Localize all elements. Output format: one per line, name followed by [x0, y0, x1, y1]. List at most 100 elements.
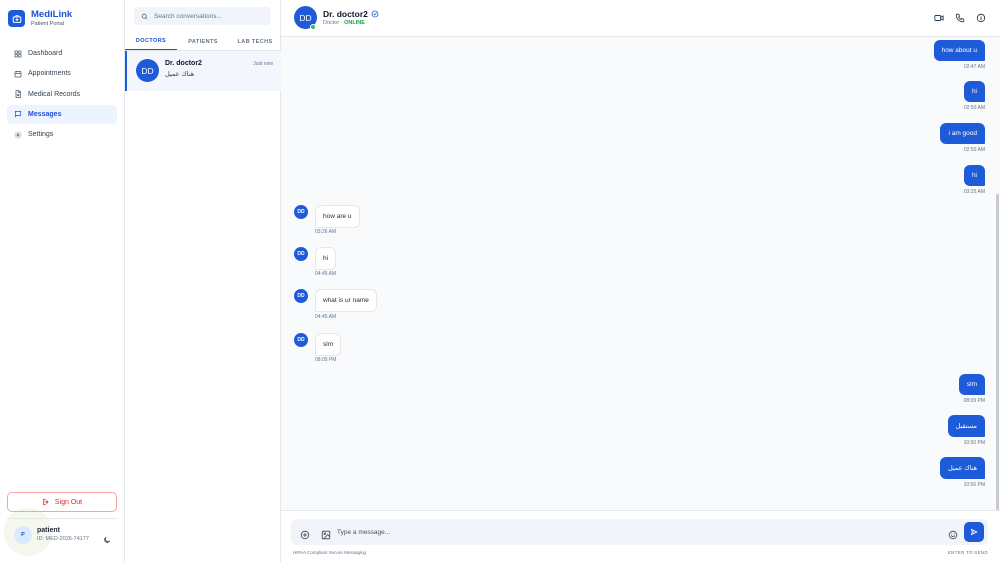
- sidebar: MediLink Patient Portal Dashboard Appoin…: [0, 0, 125, 562]
- message-bubble: i am good: [940, 123, 985, 144]
- scrollbar-thumb[interactable]: [996, 194, 999, 510]
- message-time: 08:05 PM: [315, 357, 337, 363]
- verified-badge-icon: [371, 10, 379, 18]
- status-badge: ONLINE: [344, 20, 365, 26]
- avatar: DD: [294, 205, 308, 219]
- medical-bag-icon: [8, 10, 25, 27]
- message-time: 03:26 AM: [315, 229, 337, 235]
- chat-contact-meta: Doctor · ONLINE: [323, 20, 365, 26]
- gear-icon: [14, 131, 22, 139]
- app-subtitle: Patient Portal: [31, 20, 65, 27]
- chat-contact-name: Dr. doctor2: [323, 9, 379, 19]
- nav-item-settings[interactable]: Settings: [7, 125, 117, 144]
- message-time: 08:09 PM: [963, 398, 985, 404]
- conversation-preview: هناك عميل: [165, 71, 195, 78]
- nav-item-dashboard[interactable]: Dashboard: [7, 44, 117, 63]
- message-time: 04:45 AM: [315, 271, 337, 277]
- message-outgoing: hi 02:50 AM: [964, 80, 985, 111]
- message-bubble: hi: [963, 81, 985, 102]
- send-button[interactable]: [964, 522, 984, 542]
- tab-patients[interactable]: PATIENTS: [177, 33, 229, 50]
- search-input[interactable]: [154, 12, 264, 20]
- phone-icon[interactable]: [955, 13, 965, 23]
- message-time: 10:50 PM: [963, 440, 985, 446]
- conversations-panel: DOCTORS PATIENTS LAB TECHS DD Dr. doctor…: [125, 0, 281, 562]
- search-box[interactable]: [134, 7, 271, 25]
- user-profile[interactable]: P patient ID: MED-2026-74177: [14, 526, 89, 544]
- message-icon: [14, 111, 22, 118]
- avatar: DD: [294, 247, 308, 261]
- contact-name-text: Dr. doctor2: [323, 9, 368, 19]
- message-outgoing: i am good 02:50 AM: [940, 122, 985, 153]
- conversation-time: Just now: [253, 61, 273, 67]
- sign-out-button[interactable]: Sign Out: [7, 492, 117, 512]
- sign-out-label: Sign Out: [54, 498, 83, 506]
- image-icon[interactable]: [321, 527, 331, 540]
- nav-item-messages[interactable]: Messages: [7, 104, 117, 124]
- role-tabs: DOCTORS PATIENTS LAB TECHS: [125, 33, 281, 51]
- avatar: DD: [294, 289, 308, 303]
- security-note: HIPAA Compliant Secure Messaging: [293, 550, 366, 555]
- message-composer: [291, 519, 988, 545]
- nav-item-label: Appointments: [28, 70, 71, 78]
- user-name: patient: [37, 527, 60, 535]
- message-time: 10:56 PM: [963, 482, 985, 488]
- composer-area: HIPAA Compliant Secure Messaging ENTER T…: [281, 510, 1000, 562]
- message-bubble: hi: [963, 165, 985, 186]
- message-bubble: slm: [958, 374, 985, 395]
- message-time: 02:50 AM: [963, 105, 985, 111]
- nav-item-label: Messages: [28, 110, 62, 118]
- tab-lab-techs[interactable]: LAB TECHS: [229, 33, 281, 50]
- avatar: P: [14, 526, 32, 544]
- nav-item-medical-records[interactable]: Medical Records: [7, 85, 117, 104]
- chat-header: DD Dr. doctor2 Doctor · ONLINE: [281, 0, 1000, 37]
- nav-item-appointments[interactable]: Appointments: [7, 64, 117, 83]
- message-outgoing: hi 03:25 AM: [964, 164, 985, 195]
- tab-doctors[interactable]: DOCTORS: [125, 33, 177, 50]
- enter-hint: ENTER TO SEND: [947, 550, 988, 555]
- app-name: MediLink: [31, 9, 73, 20]
- video-call-icon[interactable]: [934, 13, 944, 23]
- message-time: 03:25 AM: [963, 189, 985, 195]
- message-bubble: هناك عميل: [939, 457, 985, 479]
- avatar: DD: [136, 59, 159, 82]
- chat-area: DD Dr. doctor2 Doctor · ONLINE how about…: [281, 0, 1000, 562]
- document-icon: [15, 90, 22, 98]
- message-bubble: how are u: [315, 205, 360, 228]
- divider: [7, 518, 117, 519]
- message-outgoing: how about u 02:47 AM: [933, 39, 985, 70]
- scrollbar[interactable]: [996, 37, 999, 510]
- add-circle-icon[interactable]: [300, 527, 310, 540]
- separator-dot: ·: [340, 20, 343, 26]
- message-outgoing: هناك عميل 10:56 PM: [939, 457, 985, 488]
- calendar-icon: [14, 70, 22, 78]
- chat-actions: [923, 13, 986, 23]
- info-icon[interactable]: [976, 13, 986, 23]
- grid-icon: [14, 50, 22, 57]
- contact-role: Doctor: [323, 20, 340, 26]
- moon-icon[interactable]: [103, 531, 111, 543]
- send-icon: [970, 528, 978, 536]
- message-outgoing: slm 08:09 PM: [958, 373, 985, 404]
- nav-item-label: Dashboard: [28, 50, 63, 57]
- message-bubble: what is ur name: [315, 289, 377, 312]
- message-bubble: hi: [315, 247, 337, 270]
- message-bubble: slm: [315, 333, 342, 356]
- online-indicator: [310, 24, 316, 30]
- logout-icon: [43, 498, 49, 506]
- avatar: DD: [294, 333, 308, 347]
- message-list: how about u 02:47 AM hi 02:50 AM i am go…: [281, 37, 1000, 510]
- message-outgoing: مستقبل 10:50 PM: [947, 415, 985, 446]
- conversation-item[interactable]: DD Dr. doctor2 Just now هناك عميل: [125, 51, 281, 91]
- message-time: 04:45 AM: [315, 314, 337, 320]
- nav-item-label: Medical Records: [28, 90, 81, 98]
- nav-item-label: Settings: [28, 131, 54, 139]
- message-input[interactable]: [337, 526, 897, 538]
- brand[interactable]: MediLink Patient Portal: [8, 10, 72, 27]
- user-id: ID: MED-2026-74177: [37, 536, 89, 543]
- message-bubble: how about u: [933, 40, 985, 61]
- main-nav: Dashboard Appointments Medical Records M…: [7, 44, 117, 145]
- search-icon: [141, 13, 148, 19]
- emoji-icon[interactable]: [948, 527, 958, 540]
- conversation-name: Dr. doctor2: [165, 60, 202, 67]
